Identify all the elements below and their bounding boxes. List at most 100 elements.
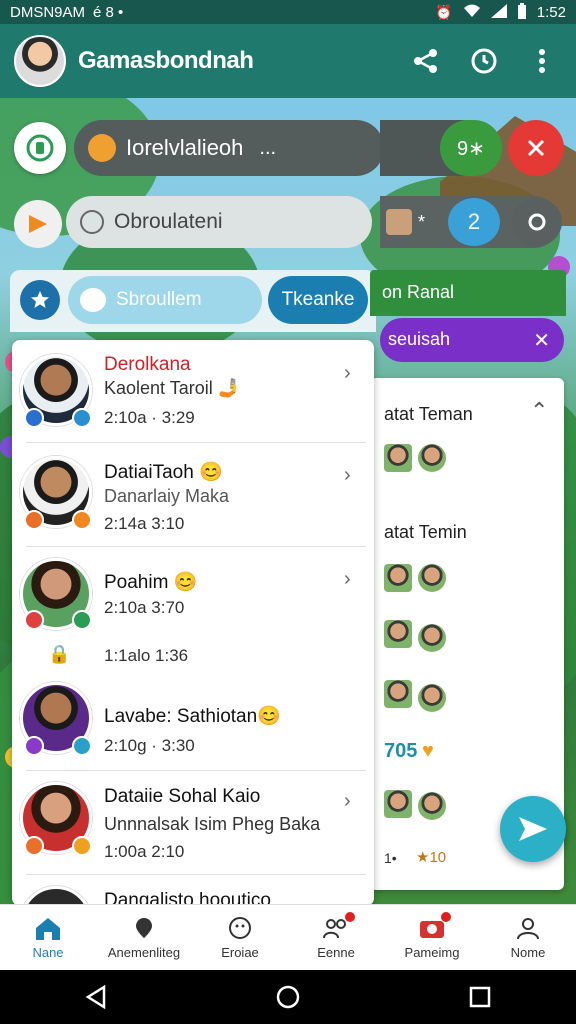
signal-icon xyxy=(490,3,507,21)
status-left-text: DMSN9AM xyxy=(10,3,86,21)
chat-row[interactable]: 🔒 Poahim 😊 2:10a 3:70 1:1alo 1:36 › xyxy=(12,548,374,680)
share-icon[interactable] xyxy=(406,41,446,81)
chat-pill-1[interactable]: Iorelvlalieoh ... xyxy=(74,120,384,176)
nav-label: Nane xyxy=(32,945,64,960)
nav-label: Eroiae xyxy=(221,945,259,960)
panel-header-2: atat Temin xyxy=(384,522,467,542)
chat-subtitle: Unnnalsak Isim Pheg Baka xyxy=(104,814,321,834)
mini-avatar xyxy=(418,624,446,652)
chat-name: Poahim 😊 xyxy=(104,572,198,593)
bottom-nav: Nane Anemenliteg Eroiae Eenne Pameimg No… xyxy=(0,904,576,970)
camera-icon xyxy=(418,911,452,941)
collapse-chevron-icon[interactable]: ⌃ xyxy=(530,398,548,424)
notification-dot xyxy=(440,911,452,923)
nav-item-discover[interactable]: Anemenliteg xyxy=(96,905,192,970)
send-fab[interactable] xyxy=(500,796,566,862)
more-options-icon[interactable] xyxy=(522,41,562,81)
chevron-right-icon[interactable]: › xyxy=(344,568,351,591)
chat-row[interactable]: DatiaiTaoh 😊 Danarlaiy Maka 2:14a 3:10 › xyxy=(12,444,374,548)
close-purple-icon[interactable]: ✕ xyxy=(533,328,550,353)
chevron-right-icon[interactable]: › xyxy=(344,790,351,813)
purple-label: seuisah xyxy=(388,329,451,349)
timer-icon[interactable] xyxy=(464,41,504,81)
status-badge xyxy=(72,408,92,428)
chat-subtitle: Kaolent Taroil 🤳 xyxy=(104,378,241,398)
status-left-icons: é 8 • xyxy=(93,3,124,21)
status-bar: DMSN9AM é 8 • ⏰ 1:52 xyxy=(0,0,576,24)
chat-pill-2[interactable]: Obroulateni xyxy=(66,196,372,248)
status-badge xyxy=(24,836,44,856)
search-icon xyxy=(80,210,104,234)
mini-avatar xyxy=(384,620,412,648)
battery-icon xyxy=(517,2,527,22)
pill2-label: Obroulateni xyxy=(114,210,223,233)
mini-avatar xyxy=(384,680,412,708)
home-button-icon[interactable] xyxy=(268,977,308,1017)
pill2-number[interactable]: 2 xyxy=(448,198,500,246)
mini-avatar xyxy=(418,684,446,712)
star-icon[interactable] xyxy=(20,280,60,320)
divider xyxy=(26,442,366,443)
person-icon xyxy=(514,915,542,941)
chat-avatar xyxy=(20,886,92,906)
pill1-label: Iorelvlalieoh xyxy=(126,135,244,160)
nav-item-camera[interactable]: Pameimg xyxy=(384,905,480,970)
chat-row[interactable]: Derolkana Kaolent Taroil 🤳 2:10a · 3:29 … xyxy=(12,340,374,444)
stat-value-1: 705 xyxy=(384,740,418,762)
chat-list: Derolkana Kaolent Taroil 🤳 2:10a · 3:29 … xyxy=(12,340,374,906)
notification-dot xyxy=(344,911,356,923)
status-badge xyxy=(24,408,44,428)
panel-header-1: atat Teman xyxy=(384,404,473,424)
close-icon[interactable] xyxy=(508,120,564,176)
group-icon xyxy=(322,911,356,941)
mini-avatar xyxy=(384,564,412,592)
nav-item-profile[interactable]: Nome xyxy=(480,905,576,970)
whatsapp-icon[interactable] xyxy=(14,122,66,174)
chevron-right-icon[interactable]: › xyxy=(344,362,351,385)
back-icon[interactable] xyxy=(76,977,116,1017)
mini-avatar xyxy=(418,792,446,820)
search-field[interactable]: Sbroullem xyxy=(68,276,262,324)
refresh-icon[interactable] xyxy=(512,198,562,246)
play-icon[interactable] xyxy=(14,200,62,248)
alarm-icon: ⏰ xyxy=(435,3,453,20)
nav-label: Anemenliteg xyxy=(107,945,181,960)
home-icon xyxy=(34,915,62,941)
status-badge xyxy=(72,610,92,630)
nav-item-emoji[interactable]: Eroiae xyxy=(192,905,288,970)
chat-name: Dataiie Sohal Kaio xyxy=(104,786,261,807)
nav-item-home[interactable]: Nane xyxy=(0,905,96,970)
mini-avatar xyxy=(384,444,412,472)
action-button[interactable]: Tkeanke xyxy=(268,276,368,324)
nav-item-groups[interactable]: Eenne xyxy=(288,905,384,970)
recents-icon[interactable] xyxy=(460,977,500,1017)
divider xyxy=(26,546,366,547)
chat-time: 2:14a 3:10 xyxy=(104,514,185,533)
chat-row[interactable]: Dangalisto hooutico xyxy=(12,876,374,906)
profile-avatar[interactable] xyxy=(14,35,66,87)
mini-avatar xyxy=(418,444,446,472)
status-badge xyxy=(24,736,44,756)
mini-avatar xyxy=(418,564,446,592)
pill1-badge[interactable]: 9∗ xyxy=(440,120,502,176)
divider xyxy=(26,874,366,875)
pill1-dots: ... xyxy=(259,136,277,159)
right-panel-green-header[interactable]: on Ranal xyxy=(370,270,566,316)
chat-row[interactable]: Dataiie Sohal Kaio Unnnalsak Isim Pheg B… xyxy=(12,772,374,876)
heart-icon: ♥ xyxy=(422,740,434,762)
right-panel-purple-bar[interactable]: seuisah ✕ xyxy=(380,318,564,362)
wifi-icon xyxy=(463,4,481,21)
status-badge xyxy=(24,510,44,530)
chat-time: 1:00a 2:10 xyxy=(104,842,185,861)
search-label: Sbroullem xyxy=(116,289,202,310)
chat-name: Derolkana xyxy=(104,354,191,375)
status-time: 1:52 xyxy=(536,3,566,21)
system-nav-bar xyxy=(0,970,576,1024)
chat-row[interactable]: Lavabe: Sathiotan😊 2:10g · 3:30 xyxy=(12,674,374,772)
chat-subtitle: Danarlaiy Maka xyxy=(104,486,230,506)
mini-avatar xyxy=(386,209,412,235)
status-badge xyxy=(72,736,92,756)
chevron-right-icon[interactable]: › xyxy=(344,464,351,487)
chat-time: 2:10a · 3:29 xyxy=(104,408,195,427)
chat-name: Lavabe: Sathiotan😊 xyxy=(104,706,281,727)
